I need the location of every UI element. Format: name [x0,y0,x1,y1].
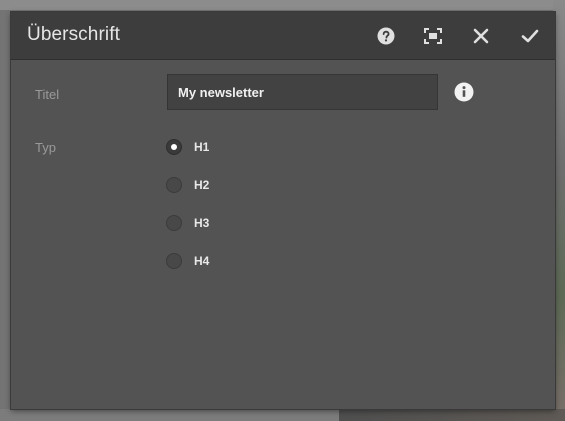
radio-button-h3[interactable] [166,215,182,231]
title-field-label: Titel [35,87,60,102]
help-button[interactable] [373,23,399,49]
fullscreen-icon [424,28,442,44]
dialog-header: Überschrift [11,12,555,60]
radio-option-h1[interactable]: H1 [166,137,209,157]
checkmark-icon [521,29,539,43]
backdrop-top-strip [0,0,565,10]
info-icon[interactable] [454,82,474,102]
radio-button-h2[interactable] [166,177,182,193]
radio-option-h2[interactable]: H2 [166,175,209,195]
radio-label-h2: H2 [194,178,210,192]
done-button[interactable] [517,23,543,49]
radio-option-h4[interactable]: H4 [166,251,209,271]
dialog-title: Überschrift [27,24,120,45]
close-button[interactable] [468,23,494,49]
title-input[interactable] [167,74,438,110]
help-icon [377,27,395,45]
radio-button-h1[interactable] [166,139,182,155]
radio-label-h3: H3 [194,216,210,230]
radio-label-h4: H4 [194,254,210,268]
radio-button-h4[interactable] [166,253,182,269]
close-icon [473,28,489,44]
backdrop-bottom-strip [0,409,565,421]
radio-label-h1: H1 [194,140,210,154]
radio-option-h3[interactable]: H3 [166,213,209,233]
type-field-label: Typ [35,140,56,155]
fullscreen-button[interactable] [420,23,446,49]
heading-dialog: Überschrift Titel My newsletter Typ H1 H… [11,12,555,409]
